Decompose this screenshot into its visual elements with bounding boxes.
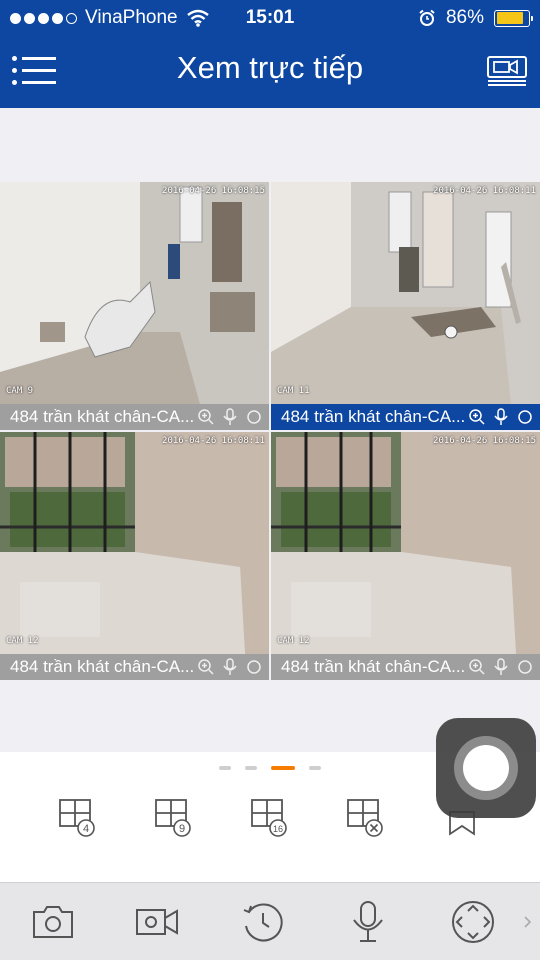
camera-name-bar: 484 trần khát chân-CA...: [271, 404, 540, 430]
microphone-icon[interactable]: [492, 658, 510, 676]
camera-name-bar: 484 trần khát chân-CA...: [0, 654, 269, 680]
device-list-button[interactable]: [486, 54, 528, 88]
battery-percent: 86%: [445, 7, 484, 28]
camera-name: 484 trần khát chân-CA...: [10, 407, 195, 426]
more-tools-arrow[interactable]: [520, 899, 536, 945]
layout-9-button[interactable]: 9: [154, 798, 194, 838]
layout-16-button[interactable]: 16: [250, 798, 290, 838]
layout-label: 4: [83, 823, 89, 835]
record-dot-icon[interactable]: [516, 658, 534, 676]
app-header: VinaPhone 15:01 86% Xem trực tiếp: [0, 0, 540, 108]
layout-label: 16: [273, 824, 283, 834]
video-cell[interactable]: 2016-04-26 16:08:15 CAM 12 484 trần khát…: [271, 432, 540, 680]
battery-icon: [494, 9, 533, 27]
page-dot-active[interactable]: [271, 766, 295, 770]
grid-9-icon: 9: [155, 799, 191, 837]
camera-name: 484 trần khát chân-CA...: [281, 407, 466, 426]
camera-label: CAM 11: [277, 386, 310, 396]
video-grid: 2016-04-26 16:08:15 CAM 9 484 trần khát …: [0, 182, 540, 680]
assistive-touch-button[interactable]: [436, 718, 536, 818]
chevron-right-icon: [524, 916, 532, 928]
talk-button[interactable]: [345, 899, 391, 945]
record-icon: [136, 909, 178, 935]
video-frame: [271, 182, 540, 404]
close-layout-icon: [347, 799, 383, 837]
camera-name-bar: 484 trần khát chân-CA...: [271, 654, 540, 680]
camera-label: CAM 9: [6, 386, 34, 396]
video-cell[interactable]: 2016-04-26 16:08:15 CAM 9 484 trần khát …: [0, 182, 269, 430]
microphone-icon[interactable]: [492, 408, 510, 426]
camera-name-bar: 484 trần khát chân-CA...: [0, 404, 269, 430]
status-bar: VinaPhone 15:01 86%: [0, 0, 540, 36]
camera-list-icon: [487, 56, 527, 86]
page-title: Xem trực tiếp: [176, 50, 364, 85]
camera-label: CAM 12: [6, 636, 39, 646]
camera-name: 484 trần khát chân-CA...: [10, 657, 195, 676]
layout-4-button[interactable]: 4: [58, 798, 98, 838]
camera-label: CAM 12: [277, 636, 310, 646]
video-cell[interactable]: 2016-04-26 16:08:11 CAM 11 484 trần khát…: [271, 182, 540, 430]
alarm-icon: [419, 9, 435, 26]
zoom-icon[interactable]: [197, 658, 215, 676]
page-dot[interactable]: [219, 766, 231, 770]
video-frame: [0, 432, 269, 654]
record-dot-icon[interactable]: [245, 658, 263, 676]
video-timestamp: 2016-04-26 16:08:11: [433, 186, 536, 196]
camera-name: 484 trần khát chân-CA...: [281, 657, 466, 676]
snapshot-icon: [33, 906, 73, 938]
layout-label: 9: [179, 823, 185, 835]
zoom-icon[interactable]: [468, 408, 486, 426]
zoom-icon[interactable]: [197, 408, 215, 426]
microphone-icon[interactable]: [221, 408, 239, 426]
video-timestamp: 2016-04-26 16:08:15: [433, 436, 536, 446]
record-button[interactable]: [134, 899, 180, 945]
ptz-icon: [452, 901, 494, 943]
page-dot[interactable]: [245, 766, 257, 770]
video-timestamp: 2016-04-26 16:08:11: [162, 436, 265, 446]
microphone-icon[interactable]: [221, 658, 239, 676]
close-all-button[interactable]: [346, 798, 386, 838]
playback-button[interactable]: [240, 899, 286, 945]
record-dot-icon[interactable]: [245, 408, 263, 426]
record-dot-icon[interactable]: [516, 408, 534, 426]
page-dot[interactable]: [309, 766, 321, 770]
video-timestamp: 2016-04-26 16:08:15: [162, 186, 265, 196]
bottom-toolbar: [0, 882, 540, 960]
playback-icon: [243, 903, 283, 942]
video-frame: [271, 432, 540, 654]
nav-bar: Xem trực tiếp: [0, 36, 540, 108]
microphone-icon: [353, 901, 383, 942]
grid-4-icon: 4: [59, 799, 95, 837]
grid-16-icon: 16: [251, 799, 287, 837]
video-frame: [0, 182, 269, 404]
ptz-button[interactable]: [450, 899, 496, 945]
snapshot-button[interactable]: [30, 899, 76, 945]
video-cell[interactable]: 2016-04-26 16:08:11 CAM 12 484 trần khát…: [0, 432, 269, 680]
zoom-icon[interactable]: [468, 658, 486, 676]
